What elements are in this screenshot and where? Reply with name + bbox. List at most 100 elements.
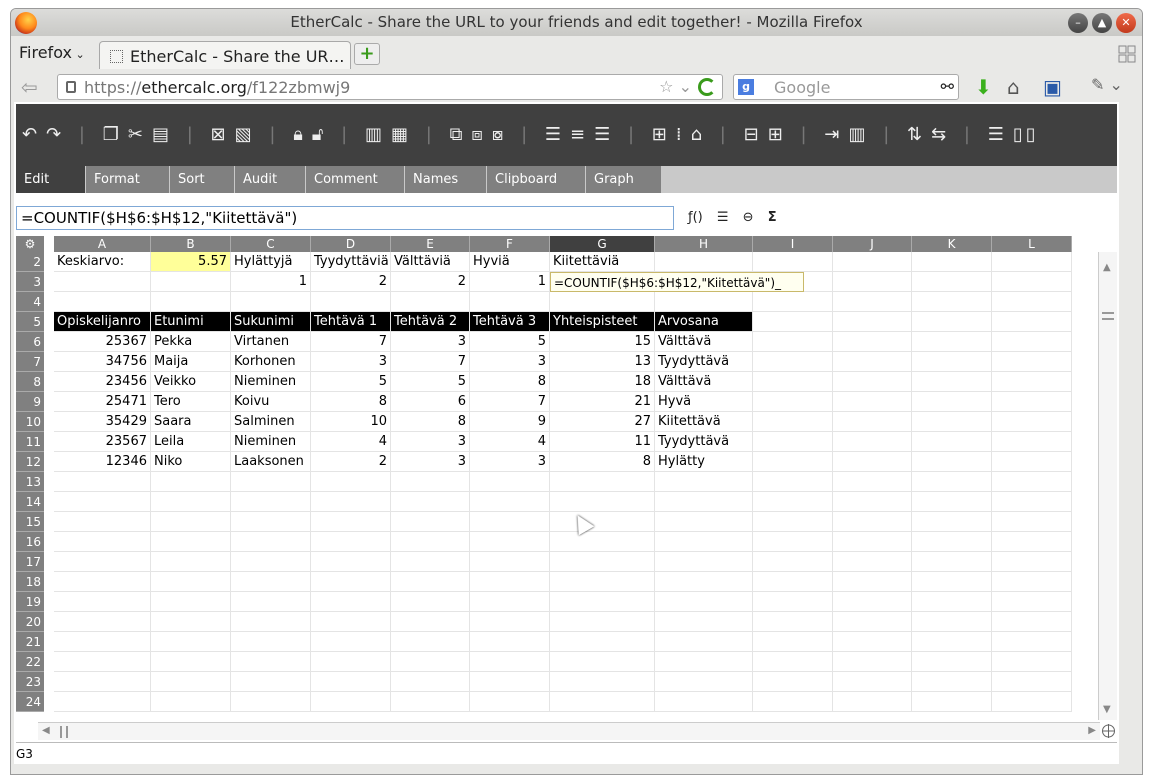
cell-l20[interactable] [992, 612, 1072, 632]
cell-i5[interactable] [753, 312, 833, 332]
cell-j19[interactable] [833, 592, 912, 612]
cell-d4[interactable] [311, 292, 391, 312]
cell-f3[interactable]: 1 [470, 272, 550, 292]
cell-a24[interactable] [54, 692, 151, 712]
cell-e21[interactable] [391, 632, 470, 652]
cell-k5[interactable] [912, 312, 992, 332]
scroll-down-icon[interactable]: ▼ [1103, 704, 1111, 715]
function-icon[interactable]: ƒ() [688, 210, 703, 225]
cell-d9[interactable]: 8 [311, 392, 391, 412]
cell-h21[interactable] [655, 632, 753, 652]
cell-k7[interactable] [912, 352, 992, 372]
row-header-14[interactable]: 14 [16, 492, 44, 512]
cell-e18[interactable] [391, 572, 470, 592]
cell-e23[interactable] [391, 672, 470, 692]
clear-format-icon[interactable]: ⌂ [691, 124, 705, 145]
cell-g11[interactable]: 11 [550, 432, 655, 452]
cell-j22[interactable] [833, 652, 912, 672]
cell-l23[interactable] [992, 672, 1072, 692]
cell-e16[interactable] [391, 532, 470, 552]
multiline-icon[interactable]: ☰ [717, 210, 729, 225]
row-header-5[interactable]: 5 [16, 312, 44, 332]
cell-b20[interactable] [151, 612, 231, 632]
cell-c20[interactable] [231, 612, 311, 632]
cell-d5[interactable]: Tehtävä 1 [311, 312, 391, 332]
cell-b11[interactable]: Leila [151, 432, 231, 452]
cell-j12[interactable] [833, 452, 912, 472]
sum-icon[interactable]: Σ [768, 210, 777, 225]
cell-e10[interactable]: 8 [391, 412, 470, 432]
lock-icon[interactable]: 🔒︎ [293, 124, 306, 145]
cell-e19[interactable] [391, 592, 470, 612]
paste-icon[interactable]: ▤ [152, 124, 172, 145]
cell-b14[interactable] [151, 492, 231, 512]
settings-gear-icon[interactable]: ⚙ [16, 236, 44, 252]
column-header-g[interactable]: G [550, 236, 655, 252]
cell-k2[interactable] [912, 252, 992, 272]
cell-e22[interactable] [391, 652, 470, 672]
cell-d2[interactable]: Tyydyttäviä [311, 252, 391, 272]
cell-l19[interactable] [992, 592, 1072, 612]
row-header-4[interactable]: 4 [16, 292, 44, 312]
tab-clipboard[interactable]: Clipboard [487, 166, 586, 193]
row-header-22[interactable]: 22 [16, 652, 44, 672]
cell-f5[interactable]: Tehtävä 3 [470, 312, 550, 332]
cell-c10[interactable]: Salminen [231, 412, 311, 432]
cell-i18[interactable] [753, 572, 833, 592]
cell-h23[interactable] [655, 672, 753, 692]
cell-c12[interactable]: Laaksonen [231, 452, 311, 472]
undo-icon[interactable]: ↶ [22, 124, 40, 145]
cell-g23[interactable] [550, 672, 655, 692]
cell-h13[interactable] [655, 472, 753, 492]
cell-j15[interactable] [833, 512, 912, 532]
bookmark-star-icon[interactable]: ☆ ⌄ [659, 77, 692, 96]
cell-a5[interactable]: Opiskelijanro [54, 312, 151, 332]
cell-l6[interactable] [992, 332, 1072, 352]
cell-d23[interactable] [311, 672, 391, 692]
cell-h4[interactable] [655, 292, 753, 312]
cell-d24[interactable] [311, 692, 391, 712]
scroll-grip-icon[interactable] [1102, 312, 1114, 320]
cell-h9[interactable]: Hyvä [655, 392, 753, 412]
cell-b17[interactable] [151, 552, 231, 572]
cell-h24[interactable] [655, 692, 753, 712]
cell-c13[interactable] [231, 472, 311, 492]
new-tab-button[interactable]: + [354, 43, 380, 65]
cell-g16[interactable] [550, 532, 655, 552]
cell-c4[interactable] [231, 292, 311, 312]
cell-c9[interactable]: Koivu [231, 392, 311, 412]
cell-g3-editor[interactable]: =COUNTIF($H$6:$H$12,"Kiitettävä")_ [550, 272, 804, 292]
row-header-9[interactable]: 9 [16, 392, 44, 412]
cell-j6[interactable] [833, 332, 912, 352]
column-header-c[interactable]: C [231, 236, 311, 252]
cell-e14[interactable] [391, 492, 470, 512]
row-header-11[interactable]: 11 [16, 432, 44, 452]
cell-i4[interactable] [753, 292, 833, 312]
cell-d12[interactable]: 2 [311, 452, 391, 472]
cell-g19[interactable] [550, 592, 655, 612]
cell-c14[interactable] [231, 492, 311, 512]
cell-k3[interactable] [912, 272, 992, 292]
unmerge-icon[interactable]: ⊞ [768, 124, 786, 145]
cell-e3[interactable]: 2 [391, 272, 470, 292]
cell-k17[interactable] [912, 552, 992, 572]
cell-a6[interactable]: 25367 [54, 332, 151, 352]
move-icon[interactable]: ▥ [848, 124, 868, 145]
cell-h2[interactable] [655, 252, 753, 272]
cell-k11[interactable] [912, 432, 992, 452]
cell-d15[interactable] [311, 512, 391, 532]
cell-g2[interactable]: Kiitettäviä [550, 252, 655, 272]
cell-i19[interactable] [753, 592, 833, 612]
cell-b7[interactable]: Maija [151, 352, 231, 372]
tab-format[interactable]: Format [86, 166, 170, 193]
cell-f10[interactable]: 9 [470, 412, 550, 432]
download-arrow-icon[interactable]: ⬇ [975, 75, 992, 99]
row-header-3[interactable]: 3 [16, 272, 44, 292]
cell-a2[interactable]: Keskiarvo: [54, 252, 151, 272]
cell-l4[interactable] [992, 292, 1072, 312]
cell-f17[interactable] [470, 552, 550, 572]
cell-j14[interactable] [833, 492, 912, 512]
cell-e4[interactable] [391, 292, 470, 312]
cell-i20[interactable] [753, 612, 833, 632]
cell-g14[interactable] [550, 492, 655, 512]
